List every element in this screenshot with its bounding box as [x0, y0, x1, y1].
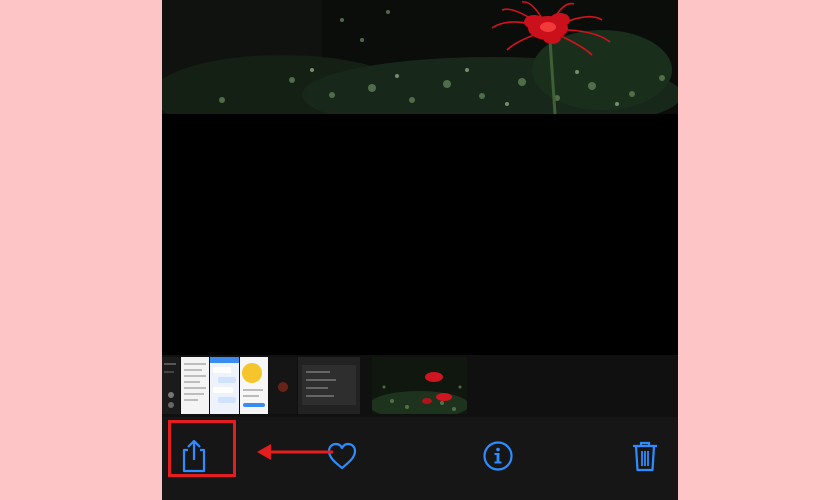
info-icon [483, 441, 513, 471]
delete-button[interactable] [621, 432, 669, 480]
pointer-arrow [257, 444, 333, 460]
info-button[interactable] [474, 432, 522, 480]
thumbnail[interactable] [269, 357, 297, 414]
thumbnail-strip[interactable] [162, 355, 678, 417]
share-button-highlight [168, 420, 236, 477]
thumbnail[interactable] [162, 357, 180, 414]
thumbnail-current[interactable] [372, 357, 467, 414]
thumbnail[interactable] [298, 357, 360, 414]
bottom-toolbar [162, 417, 678, 500]
thumbnail[interactable] [181, 357, 209, 414]
trash-icon [633, 441, 657, 472]
thumbnail[interactable] [210, 357, 239, 414]
thumbnail[interactable] [240, 357, 268, 414]
photos-app-viewer [162, 0, 678, 500]
photo-viewer-area[interactable] [162, 114, 678, 355]
current-photo[interactable] [162, 0, 678, 114]
